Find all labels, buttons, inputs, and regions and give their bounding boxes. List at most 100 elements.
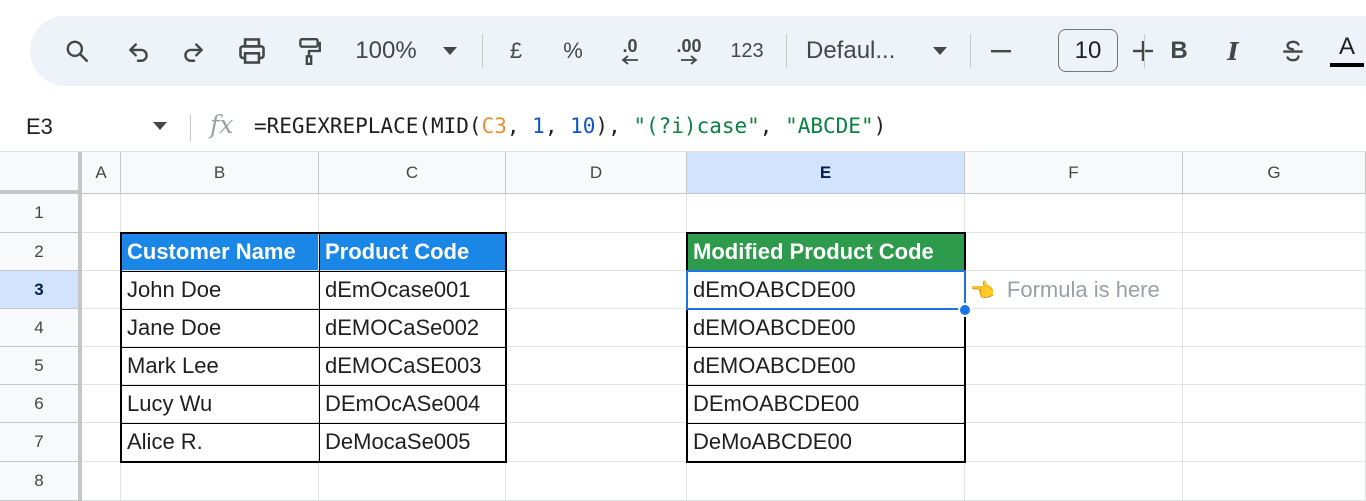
row-header-7[interactable]: 7 <box>0 423 82 462</box>
increase-decimal-button[interactable]: .00 <box>666 16 712 86</box>
grid-cell[interactable] <box>1183 347 1366 385</box>
zoom-dropdown-icon[interactable] <box>436 16 464 86</box>
grid-cell[interactable] <box>687 462 965 501</box>
row-header-8[interactable]: 8 <box>0 462 82 501</box>
cell-modified-code[interactable]: dEMOABCDE00 <box>687 309 965 347</box>
grid-cell[interactable] <box>82 194 121 233</box>
grid-cell[interactable] <box>1183 385 1366 423</box>
cell-customer-name[interactable]: Alice R. <box>121 423 319 462</box>
paint-format-icon[interactable] <box>292 16 326 86</box>
table1-divider <box>121 309 506 310</box>
grid-cell[interactable] <box>506 347 687 385</box>
print-icon[interactable] <box>234 16 270 86</box>
grid-cell[interactable] <box>82 271 121 309</box>
header-customer-name[interactable]: Customer Name <box>121 233 319 271</box>
grid-cell[interactable] <box>1183 194 1366 233</box>
grid-cell[interactable] <box>506 462 687 501</box>
column-header-g[interactable]: G <box>1183 152 1366 194</box>
formula-string: "(?i)case" <box>633 114 760 138</box>
cell-modified-code[interactable]: dEMOABCDE00 <box>687 347 965 385</box>
row-header-6[interactable]: 6 <box>0 385 82 423</box>
cell-product-code[interactable]: dEmOcase001 <box>319 271 506 309</box>
currency-format-button[interactable]: £ <box>504 16 528 86</box>
header-product-code[interactable]: Product Code <box>319 233 506 271</box>
cell-customer-name[interactable]: Lucy Wu <box>121 385 319 423</box>
grid-cell[interactable] <box>687 194 965 233</box>
cell-product-code[interactable]: DeMocaSe005 <box>319 423 506 462</box>
row-header-2[interactable]: 2 <box>0 233 82 271</box>
grid-cell[interactable] <box>1183 462 1366 501</box>
grid-cell[interactable] <box>82 309 121 347</box>
grid-cell[interactable] <box>82 423 121 462</box>
grid-cell[interactable] <box>506 194 687 233</box>
grid-cell[interactable] <box>82 347 121 385</box>
grid-cell[interactable] <box>121 462 319 501</box>
toolbar-area: 100% £ % .0 .00 123 Defaul... 10 B I A <box>0 0 1366 102</box>
grid-cell[interactable] <box>965 233 1183 271</box>
grid-cell[interactable] <box>965 194 1183 233</box>
grid-cell[interactable] <box>506 385 687 423</box>
increase-font-size-icon[interactable] <box>1128 16 1158 86</box>
column-header-d[interactable]: D <box>506 152 687 194</box>
column-header-e[interactable]: E <box>687 152 965 194</box>
cell-product-code[interactable]: DEmOcASe004 <box>319 385 506 423</box>
cell-product-code[interactable]: dEMOCaSE003 <box>319 347 506 385</box>
percent-format-button[interactable]: % <box>558 16 588 86</box>
strikethrough-icon[interactable] <box>1276 16 1310 86</box>
grid-cell[interactable] <box>965 462 1183 501</box>
grid-cell[interactable] <box>1183 271 1366 309</box>
column-header-b[interactable]: B <box>121 152 319 194</box>
formula-input[interactable]: =REGEXREPLACE(MID(C3, 1, 10), "(?i)case"… <box>254 114 886 138</box>
row-header-4[interactable]: 4 <box>0 309 82 347</box>
table2-divider <box>687 347 965 348</box>
header-modified-product-code[interactable]: Modified Product Code <box>687 233 965 271</box>
number-format-button[interactable]: 123 <box>724 16 770 86</box>
text-color-button[interactable]: A <box>1330 16 1364 86</box>
decrease-font-size-icon[interactable] <box>986 16 1016 86</box>
search-icon[interactable] <box>60 16 94 86</box>
row-header-3[interactable]: 3 <box>0 271 82 309</box>
grid-cell[interactable] <box>965 309 1183 347</box>
grid-cell[interactable] <box>82 462 121 501</box>
name-box[interactable]: E3 <box>26 102 53 152</box>
grid-cell[interactable] <box>121 194 319 233</box>
name-box-dropdown-icon[interactable] <box>153 122 167 130</box>
undo-icon[interactable] <box>122 16 156 86</box>
font-dropdown-icon[interactable] <box>926 16 954 86</box>
select-all-corner[interactable] <box>0 152 82 194</box>
grid-cell[interactable] <box>1183 309 1366 347</box>
grid-cell[interactable] <box>965 347 1183 385</box>
column-header-f[interactable]: F <box>965 152 1183 194</box>
column-header-a[interactable]: A <box>82 152 121 194</box>
grid-cell[interactable] <box>506 309 687 347</box>
bold-button[interactable]: B <box>1164 16 1194 86</box>
zoom-select[interactable]: 100% <box>350 16 422 86</box>
grid-cell[interactable] <box>82 385 121 423</box>
grid-cell[interactable] <box>965 385 1183 423</box>
grid-cell[interactable] <box>1183 423 1366 462</box>
grid-cell[interactable] <box>82 233 121 271</box>
cell-product-code[interactable]: dEMOCaSe002 <box>319 309 506 347</box>
decrease-decimal-button[interactable]: .0 <box>610 16 650 86</box>
grid-cell[interactable] <box>506 233 687 271</box>
font-size-input[interactable]: 10 <box>1058 29 1118 72</box>
cell-modified-code[interactable]: DEmOABCDE00 <box>687 385 965 423</box>
grid-cell[interactable] <box>506 423 687 462</box>
row-header-1[interactable]: 1 <box>0 194 82 233</box>
font-family-select[interactable]: Defaul... <box>806 16 910 86</box>
grid-cell[interactable] <box>506 271 687 309</box>
cell-customer-name[interactable]: Mark Lee <box>121 347 319 385</box>
grid-cell[interactable] <box>319 194 506 233</box>
grid-cell[interactable] <box>1183 233 1366 271</box>
grid-cell[interactable] <box>965 423 1183 462</box>
cell-modified-code[interactable]: DeMoABCDE00 <box>687 423 965 462</box>
redo-icon[interactable] <box>176 16 210 86</box>
grid-cell[interactable] <box>319 462 506 501</box>
cell-customer-name[interactable]: Jane Doe <box>121 309 319 347</box>
table2-divider <box>687 309 965 310</box>
cell-modified-code[interactable]: dEmOABCDE00 <box>687 271 965 309</box>
row-header-5[interactable]: 5 <box>0 347 82 385</box>
cell-customer-name[interactable]: John Doe <box>121 271 319 309</box>
column-header-c[interactable]: C <box>319 152 506 194</box>
italic-button[interactable]: I <box>1218 16 1248 86</box>
